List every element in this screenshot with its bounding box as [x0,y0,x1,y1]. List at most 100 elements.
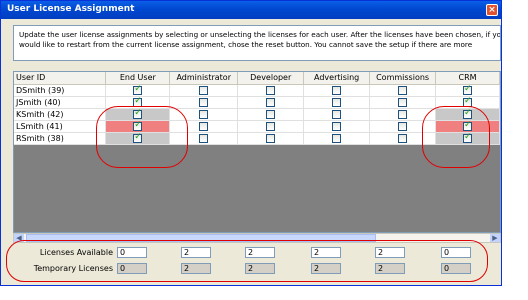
column-header-end-user[interactable]: End User [105,72,171,85]
license-cell [169,108,239,121]
license-checkbox[interactable] [266,85,276,95]
checkmark-icon: ✓ [134,131,142,142]
user-id-cell: DSmith (39) [14,84,107,97]
license-checkbox[interactable] [398,121,408,131]
license-checkbox[interactable] [266,97,276,107]
table-row: KSmith (42) ✓ ✓ [14,107,500,121]
checkmark-icon: ✓ [134,107,142,118]
licenses-available-field[interactable]: 2 [245,247,275,258]
column-header-advertising[interactable]: Advertising [303,72,371,85]
license-cell [303,84,371,97]
header-row: User ID End User Administrator Developer Adv… [14,72,500,85]
temporary-licenses-field: 2 [311,263,341,274]
license-checkbox[interactable] [332,85,342,95]
license-cell [369,96,437,109]
licenses-available-field[interactable]: 2 [181,247,211,258]
user-id-cell: RSmith (38) [14,132,107,145]
checkmark-icon: ✓ [464,83,472,94]
license-cell [303,132,371,145]
temporary-licenses-field: 2 [245,263,275,274]
license-cell: ✓ [105,95,171,109]
column-header-crm[interactable]: CRM [435,72,500,85]
license-checkbox[interactable] [266,121,276,131]
close-button[interactable]: × [486,4,498,16]
license-checkbox[interactable]: ✓ [133,95,143,107]
checkmark-icon: ✓ [464,131,472,142]
license-checkbox[interactable] [398,133,408,143]
license-table: User ID End User Administrator Developer Adv… [14,72,500,145]
license-checkbox[interactable] [199,85,209,95]
horizontal-scrollbar[interactable]: ◀ ▶ [13,233,501,243]
license-cell [169,84,239,97]
license-checkbox[interactable] [398,85,408,95]
license-checkbox[interactable]: ✓ [133,120,143,131]
license-cell [369,84,437,97]
temporary-licenses-field: 0 [441,263,471,274]
licenses-available-field[interactable]: 0 [117,247,147,258]
license-checkbox[interactable] [398,109,408,119]
license-checkbox[interactable]: ✓ [133,131,143,143]
license-summary: Licenses Available 0 2 2 2 2 0 Temporary Lice… [13,243,501,279]
licenses-available-field[interactable]: 2 [375,247,405,258]
window-title: User License Assignment [7,4,135,14]
license-checkbox[interactable]: ✓ [133,107,143,119]
license-checkbox[interactable] [332,121,342,131]
table-row: LSmith (41) ✓ ✓ [14,119,500,133]
license-checkbox[interactable] [199,121,209,131]
license-cell [237,108,305,121]
licenses-available-field[interactable]: 0 [441,247,471,258]
user-id-cell: JSmith (40) [14,96,107,109]
checkmark-icon: ✓ [464,95,472,106]
license-checkbox[interactable] [398,97,408,107]
license-cell: ✓ [105,83,171,97]
checkmark-icon: ✓ [134,83,142,94]
license-cell [237,96,305,109]
checkmark-icon: ✓ [134,95,142,106]
license-checkbox[interactable] [199,133,209,143]
scroll-right-icon[interactable]: ▶ [490,234,500,242]
instructions-line: Update the user license assignments by s… [19,30,501,50]
license-cell [237,132,305,145]
license-checkbox[interactable]: ✓ [463,83,473,95]
checkmark-icon: ✓ [464,119,472,130]
table-row: JSmith (40) ✓ ✓ [14,95,500,109]
license-checkbox[interactable]: ✓ [463,95,473,107]
license-checkbox[interactable] [266,109,276,119]
licenses-available-label: Licenses Available [39,248,113,257]
license-checkbox[interactable] [332,97,342,107]
license-cell: ✓ [435,108,500,121]
scroll-thumb[interactable] [26,234,376,242]
license-cell: ✓ [105,120,171,133]
license-checkbox[interactable]: ✓ [463,119,473,131]
license-window: User License Assignment × Update the use… [0,0,502,286]
license-checkbox[interactable]: ✓ [463,131,473,143]
table-row: DSmith (39) ✓ ✓ [14,83,500,97]
license-checkbox[interactable] [266,133,276,143]
temporary-licenses-label: Temporary Licenses [33,264,113,273]
license-cell: ✓ [435,131,500,145]
title-bar: User License Assignment × [1,1,501,19]
license-checkbox[interactable] [199,97,209,107]
temporary-licenses-row: Temporary Licenses 0 2 2 2 2 0 [13,263,501,275]
user-id-cell: KSmith (42) [14,108,107,121]
licenses-available-row: Licenses Available 0 2 2 2 2 0 [13,247,501,259]
license-checkbox[interactable] [332,133,342,143]
license-checkbox[interactable] [332,109,342,119]
license-cell [303,96,371,109]
column-header-user-id[interactable]: User ID [14,72,107,85]
license-cell: ✓ [105,107,171,121]
licenses-available-field[interactable]: 2 [311,247,341,258]
license-checkbox[interactable]: ✓ [133,83,143,95]
user-id-cell: LSmith (41) [14,120,107,133]
license-grid: User ID End User Administrator Developer Adv… [13,71,501,233]
license-checkbox[interactable] [199,109,209,119]
instructions-line-1: Update the user license assignments by s… [19,30,501,39]
license-checkbox[interactable]: ✓ [463,108,473,119]
table-row: RSmith (38) ✓ ✓ [14,131,500,145]
license-cell: ✓ [435,119,500,133]
temporary-licenses-field: 0 [117,263,147,274]
column-header-administrator[interactable]: Administrator [169,72,239,85]
column-header-commissions[interactable]: Commissions [369,72,437,85]
column-header-developer[interactable]: Developer [237,72,305,85]
scroll-left-icon[interactable]: ◀ [14,234,24,242]
